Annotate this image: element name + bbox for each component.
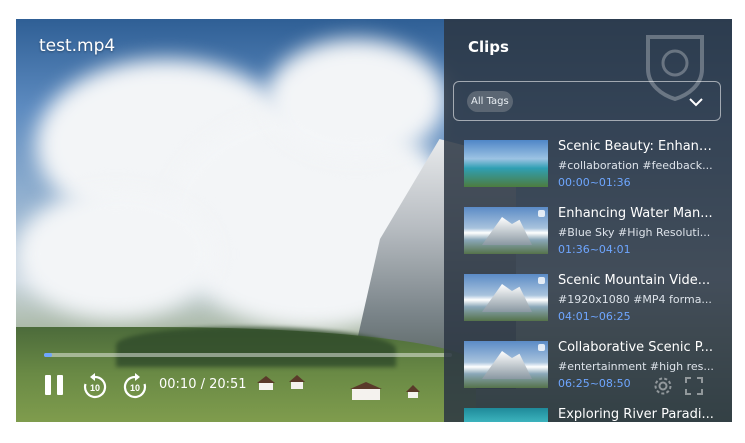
clip-item[interactable]: Scenic Beauty: Enhanc... #collaboration … xyxy=(464,139,726,192)
clip-title: Enhancing Water Man... xyxy=(558,206,713,221)
clip-time-range: 01:36~04:01 xyxy=(558,243,631,256)
forward-10-button[interactable]: 10 xyxy=(122,371,148,399)
clip-item[interactable]: Enhancing Water Man... #Blue Sky #High R… xyxy=(464,206,726,259)
time-display: 00:10 / 20:51 xyxy=(159,377,247,392)
pause-icon-bar xyxy=(57,375,63,395)
clip-tags: #entertainment #high res... xyxy=(558,360,714,373)
clip-badge-icon xyxy=(538,210,545,217)
svg-text:10: 10 xyxy=(130,383,140,393)
svg-text:10: 10 xyxy=(90,383,100,393)
video-player[interactable]: test.mp4 10 10 00:10 / 20:51 Clips All T… xyxy=(16,19,732,422)
cloud xyxy=(16,189,216,319)
clip-item[interactable]: Scenic Mountain Vide... #1920x1080 #MP4 … xyxy=(464,273,726,326)
clip-thumbnail xyxy=(464,207,548,254)
progress-fill xyxy=(44,353,53,357)
forward-icon: 10 xyxy=(123,373,147,399)
clip-badge-icon xyxy=(538,277,545,284)
video-title: test.mp4 xyxy=(39,36,116,56)
clip-title: Scenic Beauty: Enhanc... xyxy=(558,139,718,154)
house xyxy=(259,382,273,390)
house xyxy=(291,381,303,389)
clip-thumbnail xyxy=(464,341,548,388)
clip-thumbnail xyxy=(464,274,548,321)
clip-title: Scenic Mountain Vide... xyxy=(558,273,711,288)
clip-time-range: 06:25~08:50 xyxy=(558,377,631,390)
clip-tags: #1920x1080 #MP4 forma... xyxy=(558,293,712,306)
rewind-10-button[interactable]: 10 xyxy=(82,371,108,399)
tag-chip: All Tags xyxy=(467,91,513,112)
clip-thumbnail xyxy=(464,140,548,187)
clip-title: Collaborative Scenic P... xyxy=(558,340,714,355)
clip-tags: #Blue Sky #High Resoluti... xyxy=(558,226,711,239)
cloud xyxy=(266,39,446,159)
clip-time-range: 00:00~01:36 xyxy=(558,176,631,189)
clip-item[interactable]: Exploring River Paradi... xyxy=(464,407,726,422)
pause-icon xyxy=(45,375,51,395)
chevron-down-icon xyxy=(689,98,703,107)
clip-time-range: 04:01~06:25 xyxy=(558,310,631,323)
house xyxy=(352,388,380,400)
fullscreen-icon[interactable] xyxy=(684,376,704,396)
clips-panel: Clips All Tags Scenic Beauty: Enhanc... … xyxy=(444,19,732,422)
tag-filter-select[interactable]: All Tags xyxy=(453,81,721,121)
clip-thumbnail xyxy=(464,408,548,422)
house xyxy=(408,391,418,398)
progress-bar[interactable] xyxy=(44,353,452,357)
treeline xyxy=(116,327,396,367)
panel-title: Clips xyxy=(468,38,509,56)
settings-icon[interactable] xyxy=(653,376,673,396)
clip-badge-icon xyxy=(538,344,545,351)
pause-button[interactable] xyxy=(43,373,65,397)
rewind-icon: 10 xyxy=(83,373,107,399)
clip-tags: #collaboration #feedback... xyxy=(558,159,713,172)
clip-title: Exploring River Paradi... xyxy=(558,407,714,422)
